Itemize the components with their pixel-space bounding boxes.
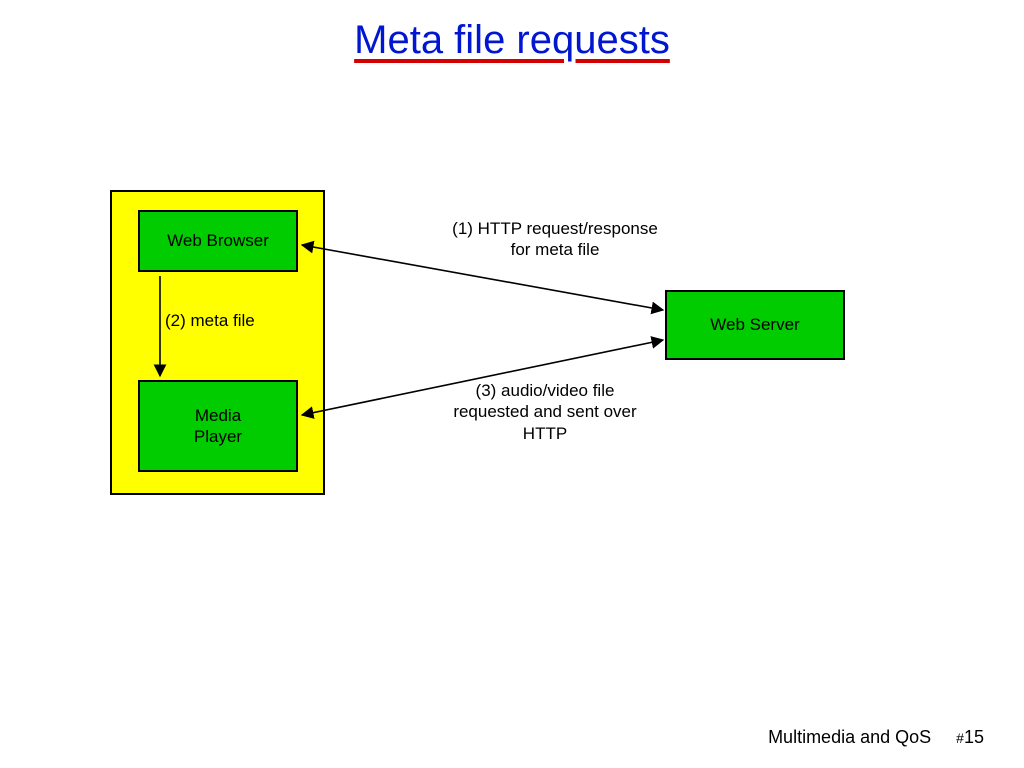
footer: Multimedia and QoS #15	[768, 727, 984, 748]
edge-1-label: (1) HTTP request/responsefor meta file	[440, 218, 670, 261]
edge-2-label: (2) meta file	[165, 310, 285, 331]
footer-topic: Multimedia and QoS	[768, 727, 931, 747]
footer-hash: #	[956, 730, 964, 746]
edge-3-label: (3) audio/video filerequested and sent o…	[415, 380, 675, 444]
footer-page: 15	[964, 727, 984, 747]
diagram-canvas: Web Browser MediaPlayer Web Server (1) H…	[110, 190, 910, 570]
slide-title: Meta file requests	[0, 18, 1024, 63]
